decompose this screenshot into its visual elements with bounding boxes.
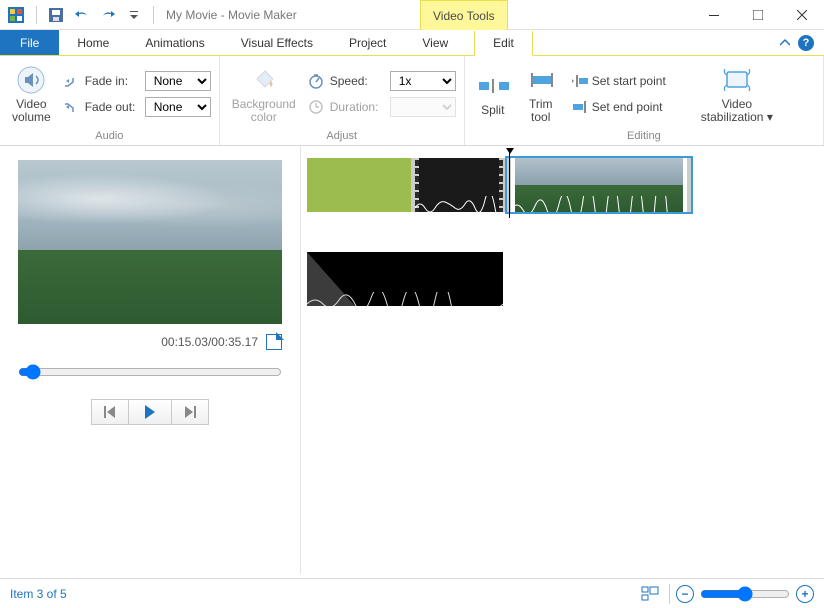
label: Background color — [232, 98, 296, 124]
prev-frame-button[interactable] — [91, 399, 129, 425]
trim-tool-button[interactable]: Trim tool — [521, 62, 561, 126]
fade-out-icon — [63, 100, 79, 114]
audio-waveform — [511, 196, 691, 212]
fade-out-label: Fade out: — [85, 100, 139, 114]
fade-in-icon — [63, 74, 79, 88]
ribbon: Video volume Fade in: None Fade out: Non… — [0, 56, 824, 146]
next-frame-button[interactable] — [171, 399, 209, 425]
speaker-icon — [15, 64, 47, 96]
speed-icon — [308, 73, 324, 89]
group-audio: Video volume Fade in: None Fade out: Non… — [0, 56, 220, 145]
zoom-slider[interactable] — [700, 586, 790, 602]
fullscreen-button[interactable] — [266, 334, 282, 350]
timecode-row: 00:15.03/00:35.17 — [18, 334, 282, 350]
window-title: My Movie - Movie Maker — [166, 8, 297, 22]
duration-label: Duration: — [330, 100, 384, 114]
label: Split — [481, 104, 504, 117]
status-bar: Item 3 of 5 − + — [0, 578, 824, 608]
preview-pane: 00:15.03/00:35.17 — [0, 146, 300, 574]
zoom-in-button[interactable]: + — [796, 585, 814, 603]
group-adjust: Background color Speed: 1x Duration: Adj… — [220, 56, 465, 145]
content-area: 00:15.03/00:35.17 — [0, 146, 824, 574]
status-text: Item 3 of 5 — [10, 587, 67, 601]
seek-slider[interactable] — [18, 364, 282, 380]
playback-controls — [91, 399, 209, 425]
context-tab-video-tools[interactable]: Video Tools — [420, 0, 508, 30]
group-label: Adjust — [228, 128, 456, 145]
thumbnail-size-button[interactable] — [639, 583, 661, 605]
play-button[interactable] — [129, 399, 171, 425]
clip-row-1 — [307, 158, 818, 212]
speed-combo[interactable]: 1x — [390, 71, 456, 91]
video-volume-button[interactable]: Video volume — [8, 62, 55, 126]
set-end-point-button[interactable]: Set end point — [569, 97, 669, 117]
group-label: Audio — [8, 128, 211, 145]
trim-icon — [525, 64, 557, 96]
window-buttons — [692, 0, 824, 29]
audio-waveform — [415, 196, 507, 212]
video-stabilization-button[interactable]: Video stabilization ▾ — [697, 62, 777, 126]
separator — [153, 6, 154, 24]
minimize-button[interactable] — [692, 0, 736, 29]
background-color-button: Background color — [228, 62, 300, 126]
chevron-down-icon: ▾ — [767, 110, 773, 124]
tab-file[interactable]: File — [0, 30, 59, 55]
group-editing: Split Trim tool Set start point Set end … — [465, 56, 824, 145]
set-start-icon — [572, 73, 588, 89]
ribbon-collapse-button[interactable] — [780, 38, 790, 48]
set-end-icon — [572, 99, 588, 115]
label: Set end point — [592, 100, 663, 114]
timecode: 00:15.03/00:35.17 — [161, 335, 258, 349]
help-button[interactable]: ? — [798, 35, 814, 51]
tab-project[interactable]: Project — [331, 30, 404, 55]
clip-title[interactable] — [307, 158, 411, 212]
close-button[interactable] — [780, 0, 824, 29]
label: Video stabilization ▾ — [701, 98, 773, 124]
label: Trim tool — [529, 98, 553, 124]
clip-3[interactable] — [307, 252, 503, 306]
save-button[interactable] — [45, 4, 67, 26]
tab-visual-effects[interactable]: Visual Effects — [223, 30, 331, 55]
clip-1[interactable] — [411, 158, 507, 212]
quick-access-toolbar — [32, 4, 158, 26]
split-icon — [477, 70, 509, 102]
label: Video volume — [12, 98, 51, 124]
split-button[interactable]: Split — [473, 68, 513, 119]
qat-customize-button[interactable] — [123, 4, 145, 26]
zoom-out-button[interactable]: − — [676, 585, 694, 603]
preview-video[interactable] — [18, 160, 282, 324]
fade-in-combo[interactable]: None — [145, 71, 211, 91]
separator — [36, 6, 37, 24]
set-start-point-button[interactable]: Set start point — [569, 71, 669, 91]
storyboard[interactable] — [301, 146, 824, 574]
ribbon-tabs: File Home Animations Visual Effects Proj… — [0, 30, 824, 56]
undo-button[interactable] — [71, 4, 93, 26]
app-icon — [6, 5, 26, 25]
label: Set start point — [592, 74, 666, 88]
zoom-controls: − + — [676, 585, 814, 603]
redo-button[interactable] — [97, 4, 119, 26]
tab-home[interactable]: Home — [59, 30, 127, 55]
speed-label: Speed: — [330, 74, 384, 88]
group-label: Editing — [473, 128, 815, 145]
play-icon — [145, 405, 155, 419]
audio-waveform — [307, 292, 503, 306]
fade-in-label: Fade in: — [85, 74, 139, 88]
playhead[interactable] — [509, 152, 510, 218]
maximize-button[interactable] — [736, 0, 780, 29]
tab-animations[interactable]: Animations — [127, 30, 222, 55]
stabilization-icon — [721, 64, 753, 96]
duration-combo — [390, 97, 456, 117]
tab-edit[interactable]: Edit — [474, 31, 533, 56]
seek-bar[interactable] — [18, 364, 282, 383]
paint-bucket-icon — [248, 64, 280, 96]
fade-out-combo[interactable]: None — [145, 97, 211, 117]
tab-view[interactable]: View — [404, 30, 466, 55]
duration-icon — [308, 99, 324, 115]
clip-2[interactable] — [507, 158, 691, 212]
title-bar: My Movie - Movie Maker Video Tools — [0, 0, 824, 30]
separator — [669, 584, 670, 604]
